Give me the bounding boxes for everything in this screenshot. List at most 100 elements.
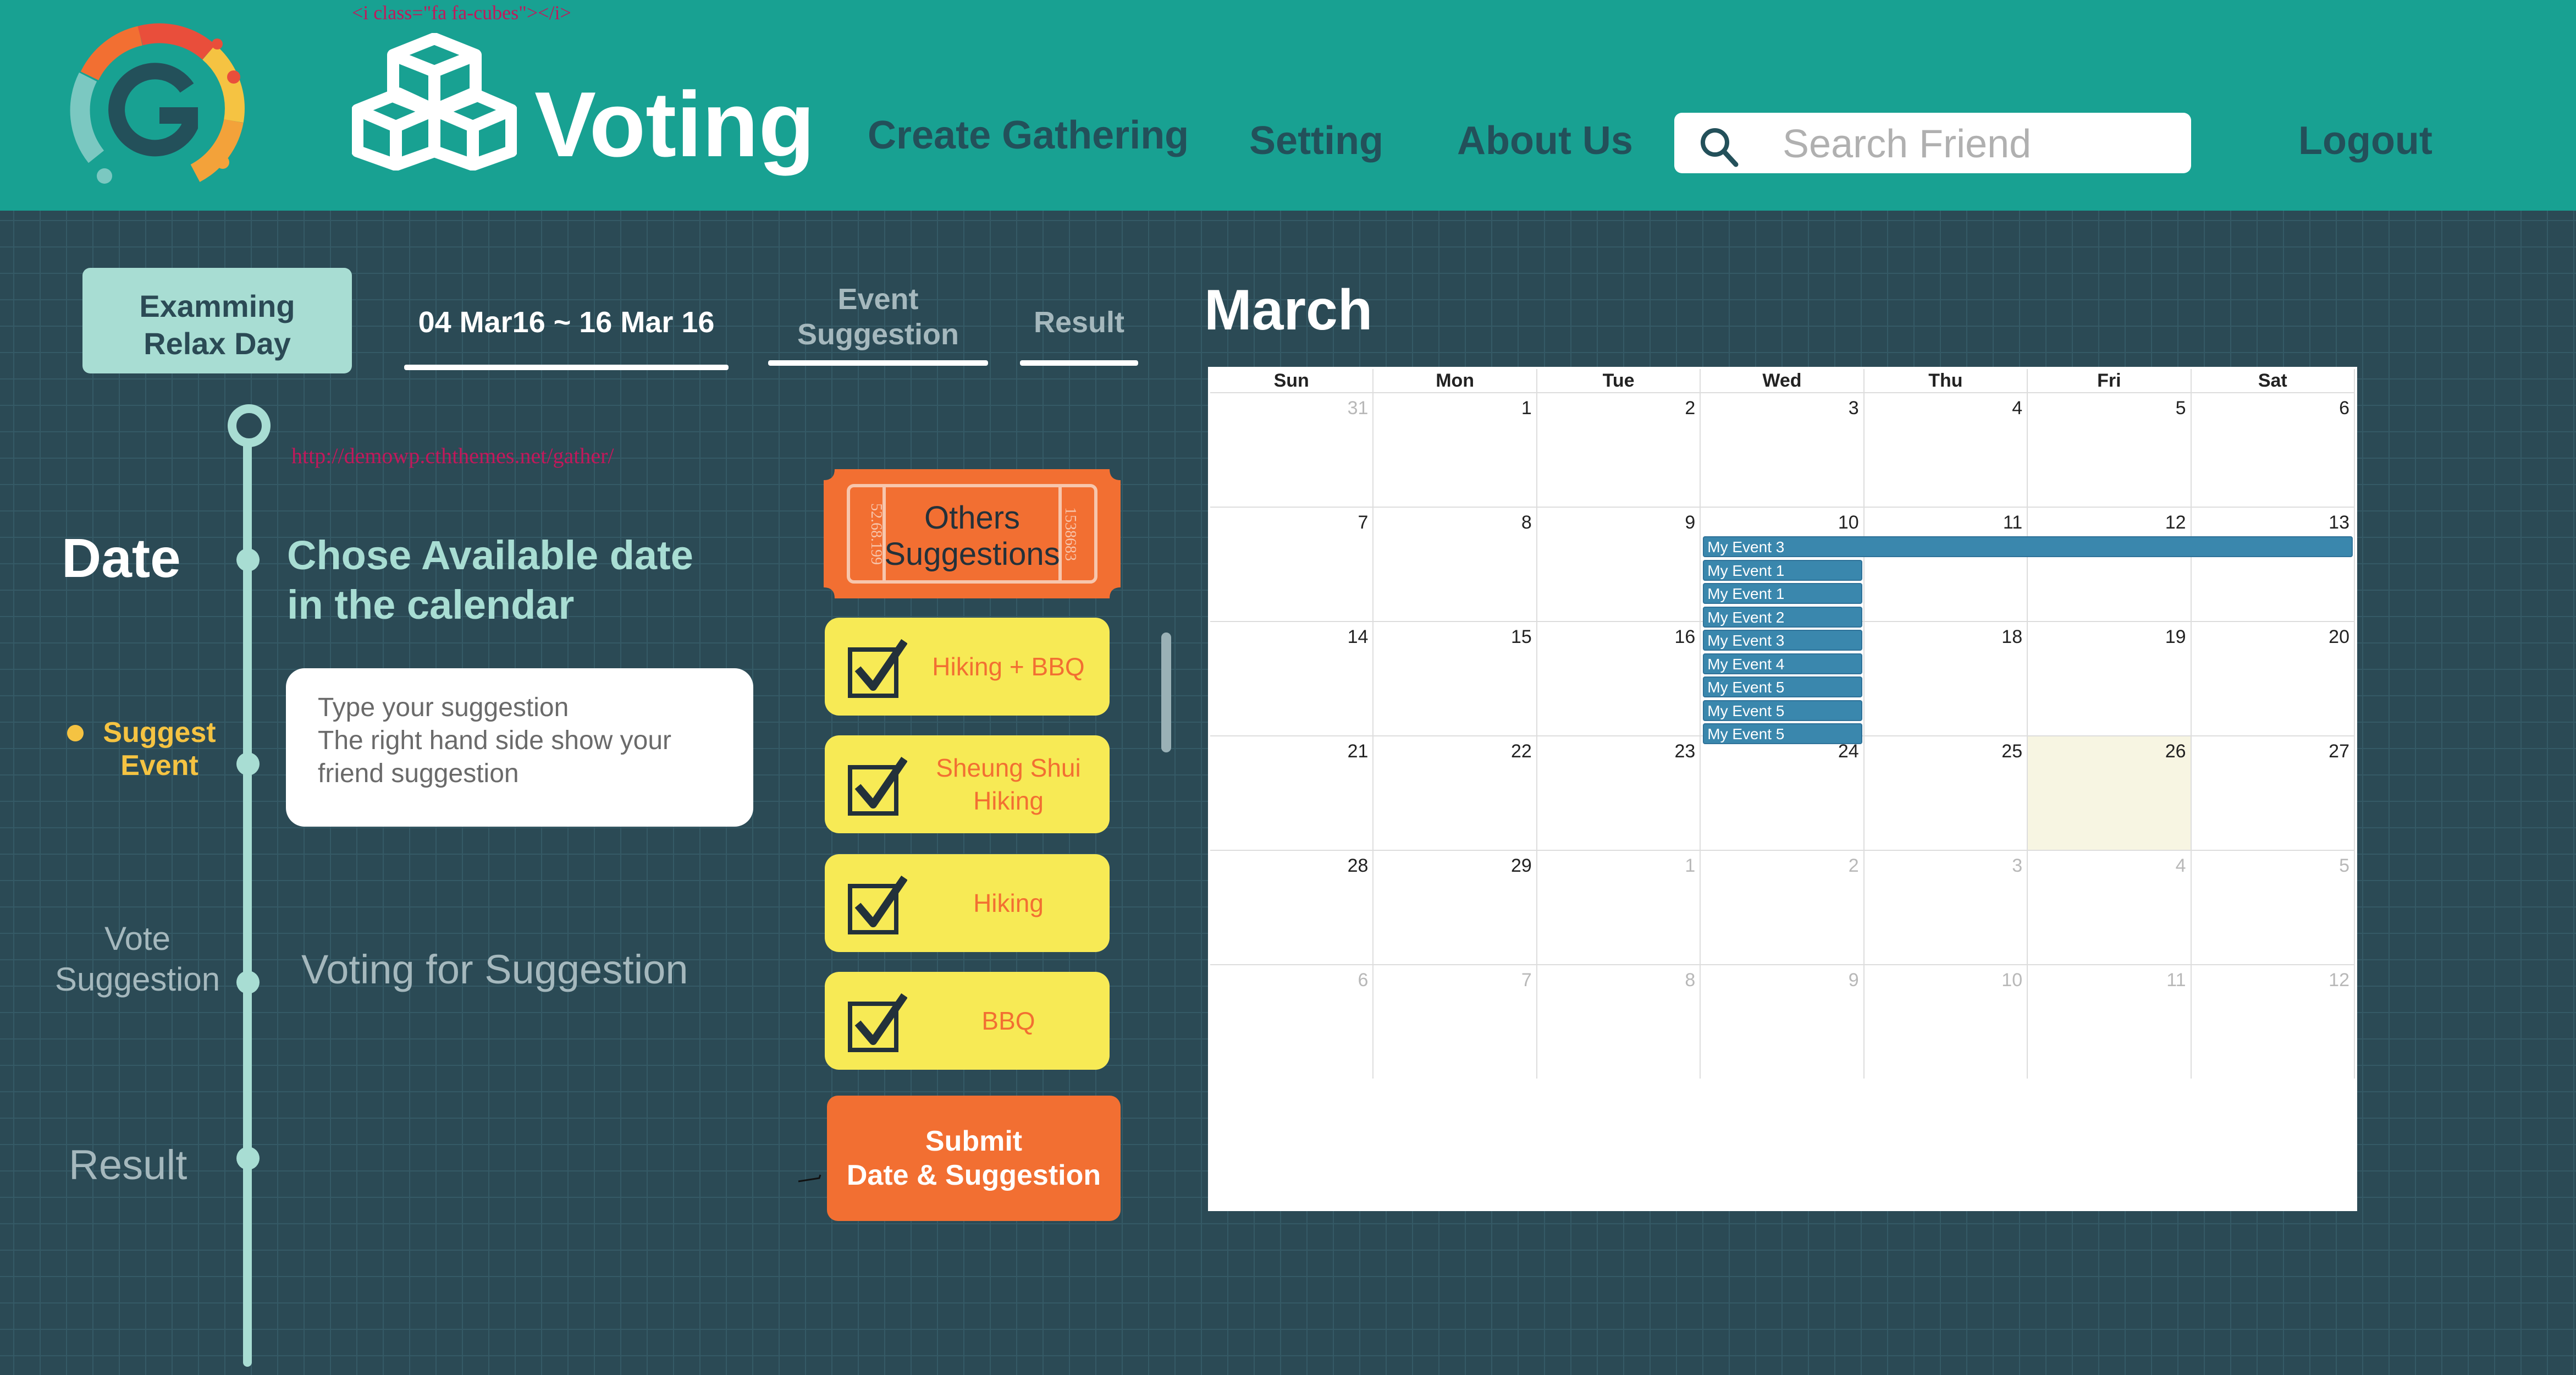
calendar-weekday-header: Fri [2028, 369, 2192, 392]
calendar-day-cell[interactable]: 16 [1537, 621, 1701, 735]
calendar-day-cell[interactable]: 4 [2028, 850, 2192, 964]
calendar-day-cell[interactable]: 8 [1374, 507, 1537, 621]
calendar-day-cell[interactable]: 14 [1210, 621, 1374, 735]
calendar-event[interactable]: My Event 3 [1703, 630, 1862, 651]
calendar-event[interactable]: My Event 5 [1703, 676, 1862, 697]
calendar-day-cell[interactable]: 11 [2028, 964, 2192, 1079]
ticket-right-serial: 1538683 [1062, 507, 1079, 561]
calendar-day-cell[interactable]: 19 [2028, 621, 2192, 735]
step-result-label[interactable]: Result [69, 1141, 187, 1189]
suggestion-placeholder-line3: friend suggestion [318, 759, 519, 788]
calendar-day-cell[interactable]: 25 [1864, 735, 2028, 850]
calendar-day-cell[interactable]: 5 [2028, 392, 2192, 507]
nav-setting[interactable]: Setting [1249, 118, 1383, 163]
calendar-day-cell[interactable]: 12 [2191, 964, 2355, 1079]
calendar-day-cell[interactable]: 6 [1210, 964, 1374, 1079]
calendar-day-cell[interactable]: 2 [1701, 850, 1865, 964]
calendar-day-number: 25 [2001, 741, 2023, 762]
calendar-day-cell[interactable]: 3 [1864, 850, 2028, 964]
demo-link-text[interactable]: http://demowp.cththemes.net/gather/ [291, 443, 614, 469]
tab-event-suggestion[interactable]: Event Suggestion [768, 282, 988, 352]
suggestion-placeholder-line2: The right hand side show your [318, 726, 672, 755]
step-vote-label[interactable]: Vote Suggestion [44, 919, 231, 1000]
suggestion-card[interactable]: Hiking + BBQ [825, 618, 1110, 716]
suggestion-input[interactable]: Type your suggestion The right hand side… [286, 668, 753, 827]
ticket-label: Others Suggestions [884, 500, 1060, 573]
calendar-day-cell[interactable]: 9 [1537, 507, 1701, 621]
calendar-day-cell[interactable]: 24 [1701, 735, 1865, 850]
calendar-day-cell[interactable]: 3 [1701, 392, 1865, 507]
checkbox-checked-icon[interactable] [847, 875, 907, 936]
calendar-day-cell[interactable]: 11 [1864, 507, 2028, 621]
calendar-day-cell[interactable]: 4 [1864, 392, 2028, 507]
calendar-day-number: 3 [1848, 398, 1859, 419]
search-icon[interactable] [1697, 125, 1741, 169]
calendar-day-cell[interactable]: 26 [2028, 735, 2192, 850]
checkbox-checked-icon[interactable] [847, 756, 907, 817]
calendar-day-cell[interactable]: 23 [1537, 735, 1701, 850]
calendar-day-number: 2 [1848, 855, 1859, 876]
calendar-day-cell[interactable]: 2 [1537, 392, 1701, 507]
calendar-day-cell[interactable]: 18 [1864, 621, 2028, 735]
nav-about-us[interactable]: About Us [1457, 118, 1633, 163]
logout-button[interactable]: Logout [2298, 118, 2432, 163]
calendar-event[interactable]: My Event 1 [1703, 559, 1862, 581]
tab-result[interactable]: Result [1020, 305, 1138, 339]
calendar-day-number: 22 [1511, 741, 1532, 762]
calendar-day-cell[interactable]: 5 [2191, 850, 2355, 964]
calendar-day-cell[interactable]: 7 [1374, 964, 1537, 1079]
submit-button[interactable]: Submit Date & Suggestion [827, 1096, 1121, 1221]
calendar-event[interactable]: My Event 1 [1703, 583, 1862, 604]
suggestion-card[interactable]: BBQ [825, 972, 1110, 1070]
calendar-day-number: 9 [1848, 970, 1859, 991]
calendar-day-cell[interactable]: 31 [1210, 392, 1374, 507]
checkbox-checked-icon[interactable] [847, 993, 907, 1053]
calendar-day-cell[interactable]: 28 [1210, 850, 1374, 964]
calendar-day-cell[interactable]: 21 [1210, 735, 1374, 850]
tab-date-range[interactable]: 04 Mar16 ~ 16 Mar 16 [404, 305, 729, 339]
suggestions-scrollbar[interactable] [1161, 632, 1171, 752]
cubes-icon [352, 33, 517, 170]
calendar-event[interactable]: My Event 5 [1703, 723, 1862, 744]
calendar-event[interactable]: My Event 5 [1703, 700, 1862, 721]
vote-instruction: Voting for Suggestion [301, 947, 688, 992]
calendar-day-cell[interactable]: 1 [1374, 392, 1537, 507]
calendar-day-cell[interactable]: 6 [2191, 392, 2355, 507]
calendar-day-cell[interactable]: 22 [1374, 735, 1537, 850]
nav-create-gathering[interactable]: Create Gathering [868, 113, 1189, 158]
calendar-day-cell[interactable]: 9 [1701, 964, 1865, 1079]
step-suggest-label-line1: Suggest [103, 717, 216, 749]
calendar-day-cell[interactable]: 29 [1374, 850, 1537, 964]
calendar-day-cell[interactable]: 12 [2028, 507, 2192, 621]
calendar-day-cell[interactable]: 7 [1210, 507, 1374, 621]
calendar-day-cell[interactable]: 10 [1864, 964, 2028, 1079]
app-logo[interactable] [58, 16, 258, 193]
tab-event-suggestion-line2: Suggestion [797, 318, 959, 351]
calendar-day-number: 29 [1511, 855, 1532, 876]
suggestion-card[interactable]: Sheung Shui Hiking [825, 735, 1110, 833]
calendar-event[interactable]: My Event 4 [1703, 653, 1862, 674]
calendar-day-cell[interactable]: 8 [1537, 964, 1701, 1079]
calendar-day-number: 28 [1347, 855, 1369, 876]
date-instruction-line2: in the calendar [287, 582, 575, 628]
calendar-day-cell[interactable]: 15 [1374, 621, 1537, 735]
calendar-day-number: 6 [1358, 970, 1369, 991]
event-title-line1: Examming [139, 289, 295, 323]
search-friend-input[interactable] [1781, 123, 2169, 166]
calendar-day-cell[interactable]: 13 [2191, 507, 2355, 621]
calendar-weekday-header: Sun [1210, 369, 1374, 392]
step-date-label: Date [62, 527, 181, 589]
suggestion-label-line1: BBQ [981, 1007, 1035, 1035]
calendar-day-cell[interactable]: 27 [2191, 735, 2355, 850]
suggestion-label-line1: Sheung Shui [936, 754, 1081, 782]
calendar-event[interactable]: My Event 2 [1703, 606, 1862, 628]
calendar-event[interactable]: My Event 3 [1703, 536, 2353, 557]
suggestion-card[interactable]: Hiking [825, 854, 1110, 952]
page-title: Voting [534, 73, 815, 176]
calendar-day-cell[interactable]: 20 [2191, 621, 2355, 735]
calendar-day-cell[interactable]: 1 [1537, 850, 1701, 964]
checkbox-checked-icon[interactable] [847, 639, 907, 699]
calendar-day-number: 4 [2012, 398, 2023, 419]
others-suggestions-ticket[interactable]: 52.68.199 1538683 Others Suggestions [824, 469, 1121, 598]
step-suggest-label[interactable]: Suggest Event [91, 716, 228, 782]
